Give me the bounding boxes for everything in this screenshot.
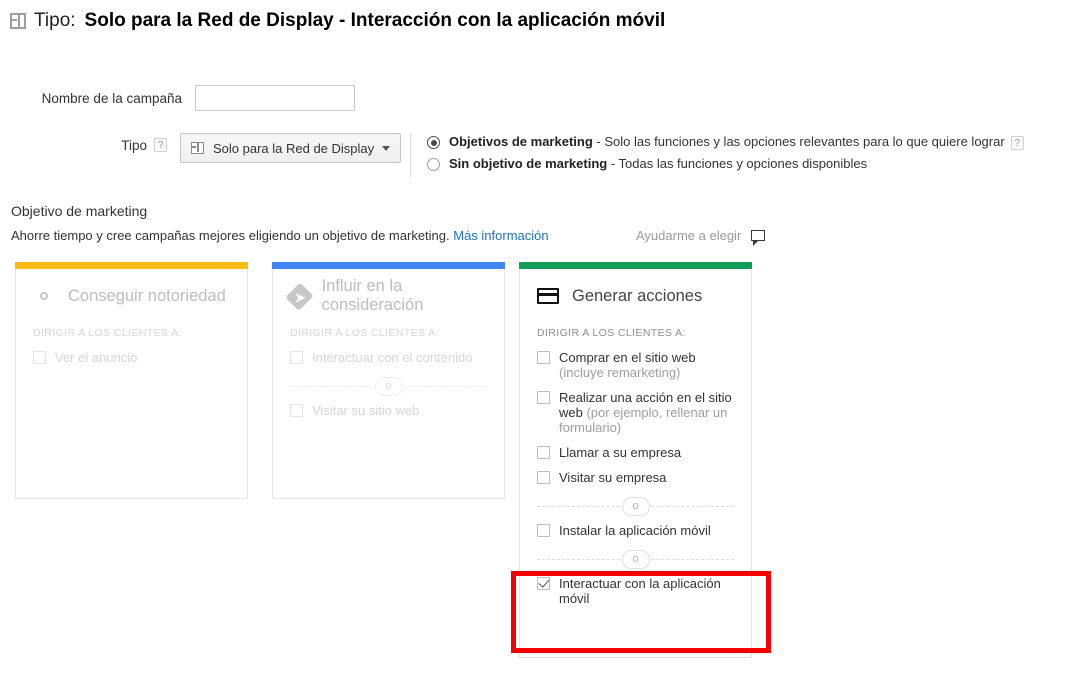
campaign-type-dropdown[interactable]: Solo para la Red de Display	[180, 133, 402, 163]
display-layout-icon	[10, 13, 26, 29]
checkbox[interactable]	[537, 351, 550, 364]
option-ver-el-anuncio[interactable]: Ver el anuncio	[33, 350, 230, 365]
option-interactuar-con-el-contenido[interactable]: Interactuar con el contenido	[290, 350, 487, 365]
type-help-icon[interactable]: ?	[154, 138, 167, 152]
campaign-type-label: Tipo	[121, 138, 147, 153]
card-accent-stripe	[15, 262, 248, 269]
radio-option-objetivos-de-marketing[interactable]: Objetivos de marketing - Solo las funcio…	[427, 134, 1024, 150]
radio-label-strong: Objetivos de marketing	[449, 134, 593, 149]
or-pill-label: o	[621, 550, 650, 569]
option-realizar-una-accion-en-el-sitio-web[interactable]: Realizar una acción en el sitio web (por…	[537, 390, 734, 435]
chevron-down-icon	[382, 145, 391, 151]
radio-indicator[interactable]	[427, 136, 440, 149]
option-label: Ver el anuncio	[55, 350, 138, 365]
objective-card-awareness[interactable]: Conseguir notoriedad DIRIGIR A LOS CLIEN…	[15, 262, 248, 499]
checkbox[interactable]	[537, 391, 550, 404]
option-interactuar-con-la-aplicacion-movil[interactable]: Interactuar con la aplicación móvil	[537, 576, 734, 606]
option-label: Comprar en el sitio web (incluye remarke…	[559, 350, 734, 380]
campaign-type-page: Tipo: Solo para la Red de Display - Inte…	[0, 0, 1072, 674]
card-body: ➤ Influir en la consideración DIRIGIR A …	[272, 269, 505, 499]
or-separator: o	[537, 495, 734, 517]
option-instalar-la-aplicacion-movil[interactable]: Instalar la aplicación móvil	[537, 523, 734, 538]
card-title: Influir en la consideración	[321, 277, 424, 314]
option-label: Visitar su empresa	[559, 470, 667, 485]
credit-card-icon	[537, 288, 559, 304]
or-separator: o	[537, 548, 734, 570]
campaign-name-row: Nombre de la campaña	[0, 85, 355, 111]
help-me-choose-button[interactable]: Ayudarme a elegir	[636, 228, 766, 246]
speech-bubble-icon	[751, 230, 766, 246]
card-header: Generar acciones	[537, 283, 734, 309]
option-label: Interactuar con el contenido	[312, 350, 473, 365]
objective-card-actions[interactable]: Generar acciones DIRIGIR A LOS CLIENTES …	[519, 262, 752, 658]
section-subtitle: Ahorre tiempo y cree campañas mejores el…	[11, 228, 450, 243]
campaign-type-selected-value: Solo para la Red de Display	[213, 140, 375, 156]
card-title: Generar acciones	[572, 286, 703, 305]
option-visitar-su-empresa[interactable]: Visitar su empresa	[537, 470, 734, 485]
card-target-label: DIRIGIR A LOS CLIENTES A:	[537, 327, 686, 339]
option-comprar-en-el-sitio-web[interactable]: Comprar en el sitio web (incluye remarke…	[537, 350, 734, 380]
card-accent-stripe	[272, 262, 505, 269]
radio-help-icon[interactable]: ?	[1010, 136, 1024, 150]
campaign-name-input[interactable]	[195, 85, 355, 111]
option-visitar-su-sitio-web[interactable]: Visitar su sitio web	[290, 403, 487, 418]
radio-label-rest: - Todas las funciones y opciones disponi…	[607, 156, 868, 171]
display-layout-icon	[191, 142, 204, 154]
vertical-divider	[410, 133, 411, 178]
card-target-label: DIRIGIR A LOS CLIENTES A:	[33, 327, 182, 339]
option-label-note: (incluye remarketing)	[559, 365, 681, 380]
help-me-choose-label: Ayudarme a elegir	[636, 228, 742, 243]
option-label: Interactuar con la aplicación móvil	[559, 576, 721, 606]
more-info-link[interactable]: Más información	[453, 228, 548, 243]
radio-label-rest: - Solo las funciones y las opciones rele…	[592, 134, 1005, 149]
checkbox[interactable]	[33, 351, 46, 364]
card-header: Conseguir notoriedad	[33, 283, 230, 309]
checkbox[interactable]	[290, 404, 303, 417]
section-title: Objetivo de marketing	[11, 203, 148, 219]
option-label: Realizar una acción en el sitio web (por…	[559, 390, 734, 435]
card-title: Conseguir notoriedad	[68, 286, 226, 305]
page-type-label: Tipo:	[34, 10, 76, 31]
radio-option-sin-objetivo-de-marketing[interactable]: Sin objetivo de marketing - Todas las fu…	[427, 156, 1024, 171]
checkbox[interactable]	[537, 524, 550, 537]
card-target-label: DIRIGIR A LOS CLIENTES A:	[290, 327, 439, 339]
checkbox[interactable]	[537, 471, 550, 484]
marketing-objective-radio-group: Objetivos de marketing - Solo las funcio…	[427, 134, 1024, 177]
campaign-type-row: Tipo ? Solo para la Red de Display	[0, 133, 402, 163]
option-label: Visitar su sitio web	[312, 403, 420, 418]
or-separator: o	[290, 375, 487, 397]
card-body: Conseguir notoriedad DIRIGIR A LOS CLIEN…	[15, 269, 248, 499]
option-label: Instalar la aplicación móvil	[559, 523, 711, 538]
card-header: ➤ Influir en la consideración	[285, 277, 487, 314]
page-title: Solo para la Red de Display - Interacció…	[84, 10, 666, 31]
page-header: Tipo: Solo para la Red de Display - Inte…	[10, 10, 665, 32]
radio-label-strong: Sin objetivo de marketing	[449, 156, 608, 171]
diamond-arrow-icon: ➤	[285, 282, 314, 310]
checkbox[interactable]	[290, 351, 303, 364]
or-pill-label: o	[621, 497, 650, 516]
objective-card-consideration[interactable]: ➤ Influir en la consideración DIRIGIR A …	[272, 262, 505, 499]
card-body: Generar acciones DIRIGIR A LOS CLIENTES …	[519, 269, 752, 658]
card-accent-stripe	[519, 262, 752, 269]
eye-icon	[33, 289, 55, 304]
checkbox[interactable]	[537, 446, 550, 459]
checkbox[interactable]	[537, 577, 550, 590]
option-llamar-a-su-empresa[interactable]: Llamar a su empresa	[537, 445, 734, 460]
option-label-main: Comprar en el sitio web	[559, 350, 696, 365]
radio-indicator[interactable]	[427, 158, 440, 171]
option-label: Llamar a su empresa	[559, 445, 682, 460]
or-pill-label: o	[374, 377, 403, 396]
section-subtitle-row: Ahorre tiempo y cree campañas mejores el…	[11, 228, 549, 243]
campaign-name-label: Nombre de la campaña	[41, 90, 182, 106]
